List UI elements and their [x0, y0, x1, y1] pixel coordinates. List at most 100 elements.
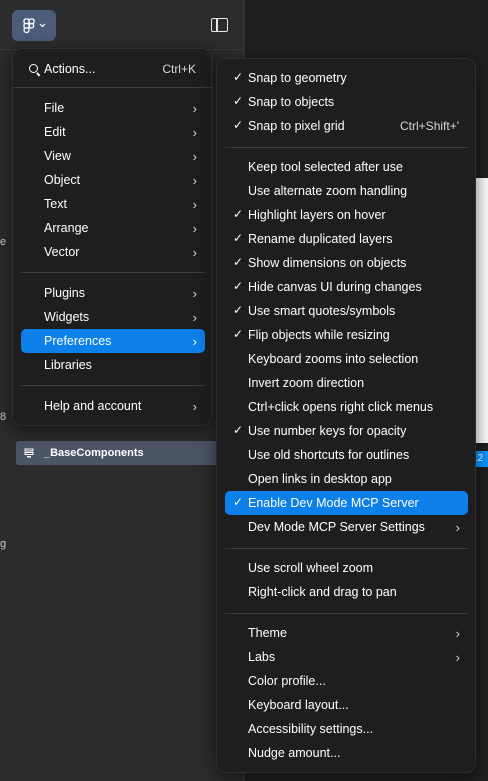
clipped-text: e [0, 236, 7, 248]
main-menu: Actions... Ctrl+K File › Edit › View › Obje… [12, 48, 213, 426]
chevron-right-icon: › [192, 244, 197, 260]
menu-item-label: Hide canvas UI during changes [248, 280, 422, 294]
menu-item-edit[interactable]: Edit › [21, 120, 205, 144]
pref-open-links-desktop[interactable]: Open links in desktop app [225, 467, 468, 491]
menu-item-arrange[interactable]: Arrange › [21, 216, 205, 240]
menu-item-label: Keyboard layout... [248, 698, 349, 712]
clipped-text: g [0, 538, 7, 550]
menu-item-label: Right-click and drag to pan [248, 585, 397, 599]
shortcut-label: Ctrl+K [162, 62, 196, 76]
pref-highlight-layers[interactable]: ✓ Highlight layers on hover [225, 203, 468, 227]
menu-divider [225, 147, 468, 148]
menu-item-libraries[interactable]: Libraries [21, 353, 205, 377]
checkmark-icon: ✓ [232, 255, 244, 269]
menu-item-label: Flip objects while resizing [248, 328, 390, 342]
menu-item-label: Ctrl+click opens right click menus [248, 400, 434, 414]
shortcut-label: Ctrl+Shift+' [400, 119, 459, 133]
pref-snap-to-objects[interactable]: ✓ Snap to objects [225, 90, 468, 114]
pref-hide-canvas-ui[interactable]: ✓ Hide canvas UI during changes [225, 275, 468, 299]
menu-divider [21, 272, 205, 273]
menu-item-label: Theme [248, 626, 287, 640]
pref-number-keys-opacity[interactable]: ✓ Use number keys for opacity [225, 419, 468, 443]
menu-item-text[interactable]: Text › [21, 192, 205, 216]
pref-smart-quotes[interactable]: ✓ Use smart quotes/symbols [225, 299, 468, 323]
menu-item-plugins[interactable]: Plugins › [21, 281, 205, 305]
menu-item-object[interactable]: Object › [21, 168, 205, 192]
pref-show-dimensions[interactable]: ✓ Show dimensions on objects [225, 251, 468, 275]
chevron-right-icon: › [192, 398, 197, 414]
menu-item-widgets[interactable]: Widgets › [21, 305, 205, 329]
menu-item-label: Edit [44, 125, 66, 139]
menu-item-label: Accessibility settings... [248, 722, 374, 736]
pref-color-profile[interactable]: Color profile... [225, 669, 468, 693]
pref-nudge-amount[interactable]: Nudge amount... [225, 741, 468, 765]
pref-theme[interactable]: Theme › [225, 621, 468, 645]
main-menu-button[interactable] [12, 10, 56, 41]
chevron-right-icon: › [192, 124, 197, 140]
toggle-sidebar-icon[interactable] [211, 18, 228, 32]
figma-logo-icon [22, 17, 35, 33]
checkmark-icon: ✓ [232, 94, 244, 108]
pref-snap-to-geometry[interactable]: ✓ Snap to geometry [225, 66, 468, 90]
chevron-right-icon: › [455, 625, 460, 641]
pref-alternate-zoom[interactable]: Use alternate zoom handling [225, 179, 468, 203]
menu-item-label: Dev Mode MCP Server Settings [248, 520, 425, 534]
chevron-right-icon: › [192, 172, 197, 188]
menu-item-help-and-account[interactable]: Help and account › [21, 394, 205, 418]
menu-item-view[interactable]: View › [21, 144, 205, 168]
pref-dev-mode-mcp-settings[interactable]: Dev Mode MCP Server Settings › [225, 515, 468, 539]
pref-scroll-wheel-zoom[interactable]: Use scroll wheel zoom [225, 556, 468, 580]
menu-item-file[interactable]: File › [21, 96, 205, 120]
checkmark-icon: ✓ [232, 279, 244, 293]
pref-invert-zoom[interactable]: Invert zoom direction [225, 371, 468, 395]
pref-flip-objects[interactable]: ✓ Flip objects while resizing [225, 323, 468, 347]
chevron-right-icon: › [192, 196, 197, 212]
pref-enable-dev-mode-mcp[interactable]: ✓ Enable Dev Mode MCP Server [225, 491, 468, 515]
menu-item-label: Rename duplicated layers [248, 232, 393, 246]
pref-keyboard-zooms[interactable]: Keyboard zooms into selection [225, 347, 468, 371]
menu-item-label: Libraries [44, 358, 92, 372]
chevron-down-icon [39, 23, 45, 28]
menu-item-label: Use alternate zoom handling [248, 184, 408, 198]
menu-item-label: Help and account [44, 399, 142, 413]
menu-divider [21, 385, 205, 386]
actions-item[interactable]: Actions... Ctrl+K [21, 57, 205, 81]
chevron-right-icon: › [455, 519, 460, 535]
sidebar-toolbar [0, 0, 244, 50]
menu-item-label: Keep tool selected after use [248, 160, 403, 174]
pref-keep-tool-selected[interactable]: Keep tool selected after use [225, 155, 468, 179]
menu-item-label: Labs [248, 650, 276, 664]
checkmark-icon: ✓ [232, 118, 244, 132]
menu-item-preferences[interactable]: Preferences › [21, 329, 205, 353]
checkmark-icon: ✓ [232, 231, 244, 245]
menu-item-label: Color profile... [248, 674, 326, 688]
menu-item-label: Enable Dev Mode MCP Server [248, 496, 419, 510]
menu-item-label: Use old shortcuts for outlines [248, 448, 410, 462]
pref-keyboard-layout[interactable]: Keyboard layout... [225, 693, 468, 717]
pref-ctrl-click-menus[interactable]: Ctrl+click opens right click menus [225, 395, 468, 419]
pref-rename-duplicated[interactable]: ✓ Rename duplicated layers [225, 227, 468, 251]
checkmark-icon: ✓ [232, 495, 244, 509]
chevron-right-icon: › [192, 100, 197, 116]
pref-right-click-drag-pan[interactable]: Right-click and drag to pan [225, 580, 468, 604]
pref-snap-to-pixel-grid[interactable]: ✓ Snap to pixel grid Ctrl+Shift+' [225, 114, 468, 138]
checkmark-icon: ✓ [232, 423, 244, 437]
menu-item-label: View [44, 149, 71, 163]
clipped-text: 8 [0, 411, 7, 423]
pref-labs[interactable]: Labs › [225, 645, 468, 669]
preferences-submenu: ✓ Snap to geometry ✓ Snap to objects ✓ Snap… [216, 58, 476, 773]
pref-old-shortcuts-outlines[interactable]: Use old shortcuts for outlines [225, 443, 468, 467]
chevron-right-icon: › [192, 285, 197, 301]
pref-accessibility-settings[interactable]: Accessibility settings... [225, 717, 468, 741]
menu-item-label: Snap to geometry [248, 71, 347, 85]
menu-item-label: Use scroll wheel zoom [248, 561, 374, 575]
menu-item-vector[interactable]: Vector › [21, 240, 205, 264]
actions-label: Actions... [44, 62, 96, 76]
chevron-right-icon: › [455, 649, 460, 665]
menu-item-label: Nudge amount... [248, 746, 341, 760]
menu-item-label: Snap to objects [248, 95, 335, 109]
layer-row-selected[interactable]: _BaseComponents [16, 441, 244, 465]
menu-item-label: File [44, 101, 65, 115]
menu-item-label: Text [44, 197, 67, 211]
checkmark-icon: ✓ [232, 207, 244, 221]
